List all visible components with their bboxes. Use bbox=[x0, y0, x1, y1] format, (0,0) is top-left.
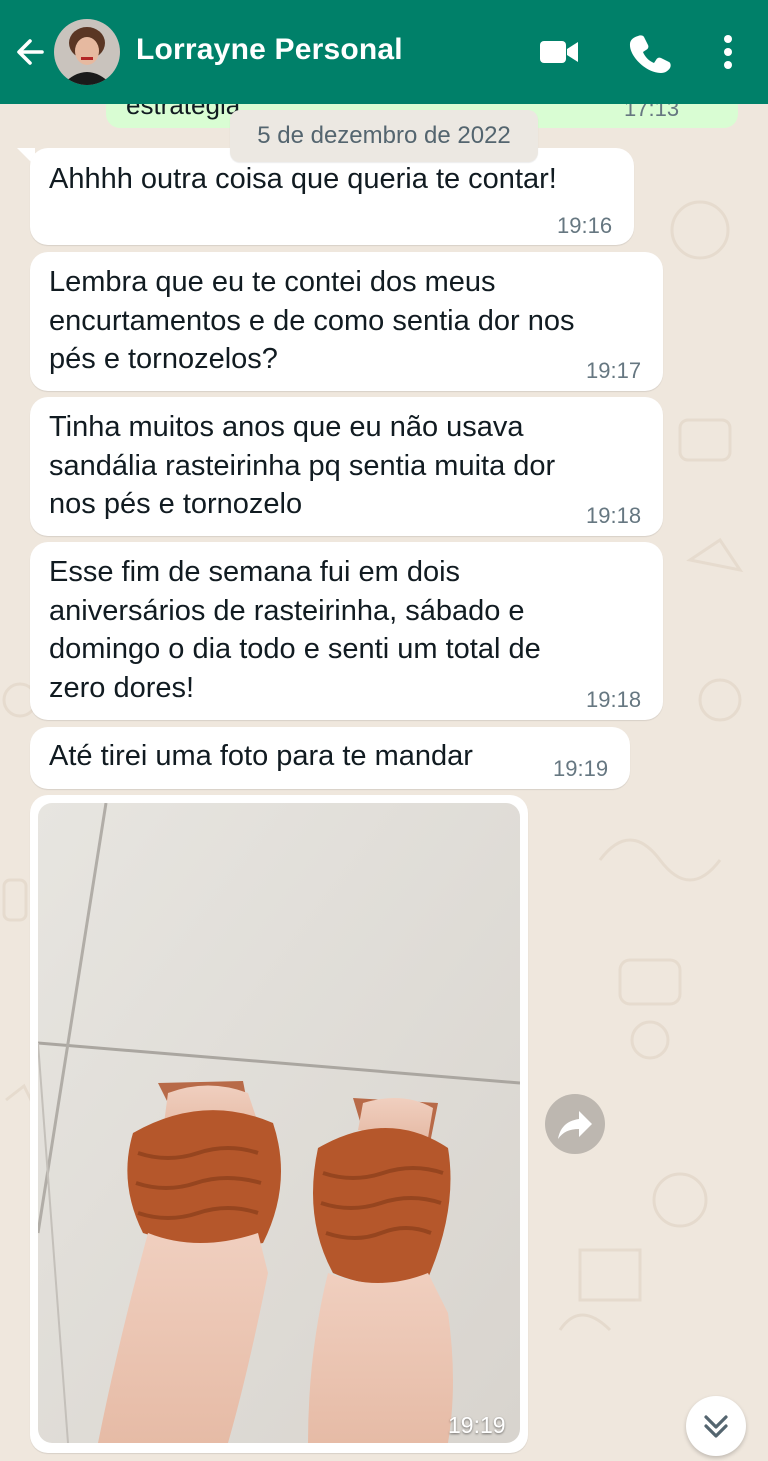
photo-message-bubble[interactable]: 19:19 bbox=[30, 795, 528, 1453]
message-text: Ahhhh outra coisa que queria te contar! bbox=[49, 160, 557, 199]
double-chevron-down-icon bbox=[704, 1415, 728, 1438]
message-line: Até tirei uma foto para te mandar bbox=[49, 740, 473, 772]
message-text: Lembra que eu te contei dos meus encurta… bbox=[49, 263, 575, 379]
message-text: Tinha muitos anos que eu não usava sandá… bbox=[49, 408, 555, 524]
message-text: Até tirei uma foto para te mandar bbox=[49, 737, 473, 776]
message-time: 19:19 bbox=[553, 756, 609, 781]
message-line: nos pés e tornozelo bbox=[49, 488, 303, 520]
phone-call-icon[interactable] bbox=[628, 30, 672, 74]
message-time: 19:16 bbox=[557, 213, 613, 238]
message-bubble[interactable]: Lembra que eu te contei dos meus encurta… bbox=[30, 252, 663, 391]
message-time: 19:18 bbox=[586, 687, 642, 712]
message-bubble[interactable]: Esse fim de semana fui em dois aniversár… bbox=[30, 542, 663, 720]
message-line: Esse fim de semana fui em dois bbox=[49, 556, 461, 588]
message-line: Ahhhh outra coisa que queria te contar! bbox=[49, 163, 557, 195]
photo-image bbox=[38, 803, 520, 1443]
date-separator: 5 de dezembro de 2022 bbox=[230, 110, 538, 162]
message-line: aniversários de rasteirinha, sábado e bbox=[49, 594, 525, 627]
message-line: sandália rasteirinha pq sentia muita dor bbox=[49, 449, 556, 482]
message-line: Lembra que eu te contei dos meus bbox=[49, 266, 496, 298]
chat-header: Lorrayne Personal bbox=[0, 0, 768, 104]
message-line: zero dores! bbox=[49, 671, 195, 704]
contact-photo bbox=[54, 19, 120, 85]
message-bubble[interactable]: Ahhhh outra coisa que queria te contar! … bbox=[30, 148, 634, 245]
contact-name[interactable]: Lorrayne Personal bbox=[136, 33, 403, 67]
message-line: pés e tornozelos? bbox=[49, 343, 278, 375]
forward-icon bbox=[558, 1111, 592, 1139]
feet-in-sandals-photo[interactable] bbox=[38, 803, 520, 1443]
avatar[interactable] bbox=[54, 19, 120, 85]
message-line: encurtamentos e de como sentia dor nos bbox=[49, 304, 575, 337]
photo-message-time: 19:19 bbox=[448, 1412, 506, 1438]
message-line: Tinha muitos anos que eu não usava bbox=[49, 411, 524, 443]
message-bubble[interactable]: Tinha muitos anos que eu não usava sandá… bbox=[30, 397, 663, 536]
scroll-to-bottom-button[interactable] bbox=[686, 1396, 746, 1456]
message-line: domingo o dia todo e senti um total de bbox=[49, 633, 541, 665]
message-time: 19:17 bbox=[586, 358, 642, 383]
message-text: Esse fim de semana fui em dois aniversár… bbox=[49, 553, 541, 707]
message-bubble[interactable]: Até tirei uma foto para te mandar 19:19 bbox=[30, 727, 630, 789]
back-arrow-icon[interactable] bbox=[12, 32, 48, 72]
more-vert-icon[interactable] bbox=[706, 30, 750, 74]
forward-button[interactable] bbox=[545, 1094, 605, 1154]
video-call-icon[interactable] bbox=[538, 30, 582, 74]
message-time: 19:18 bbox=[586, 503, 642, 528]
